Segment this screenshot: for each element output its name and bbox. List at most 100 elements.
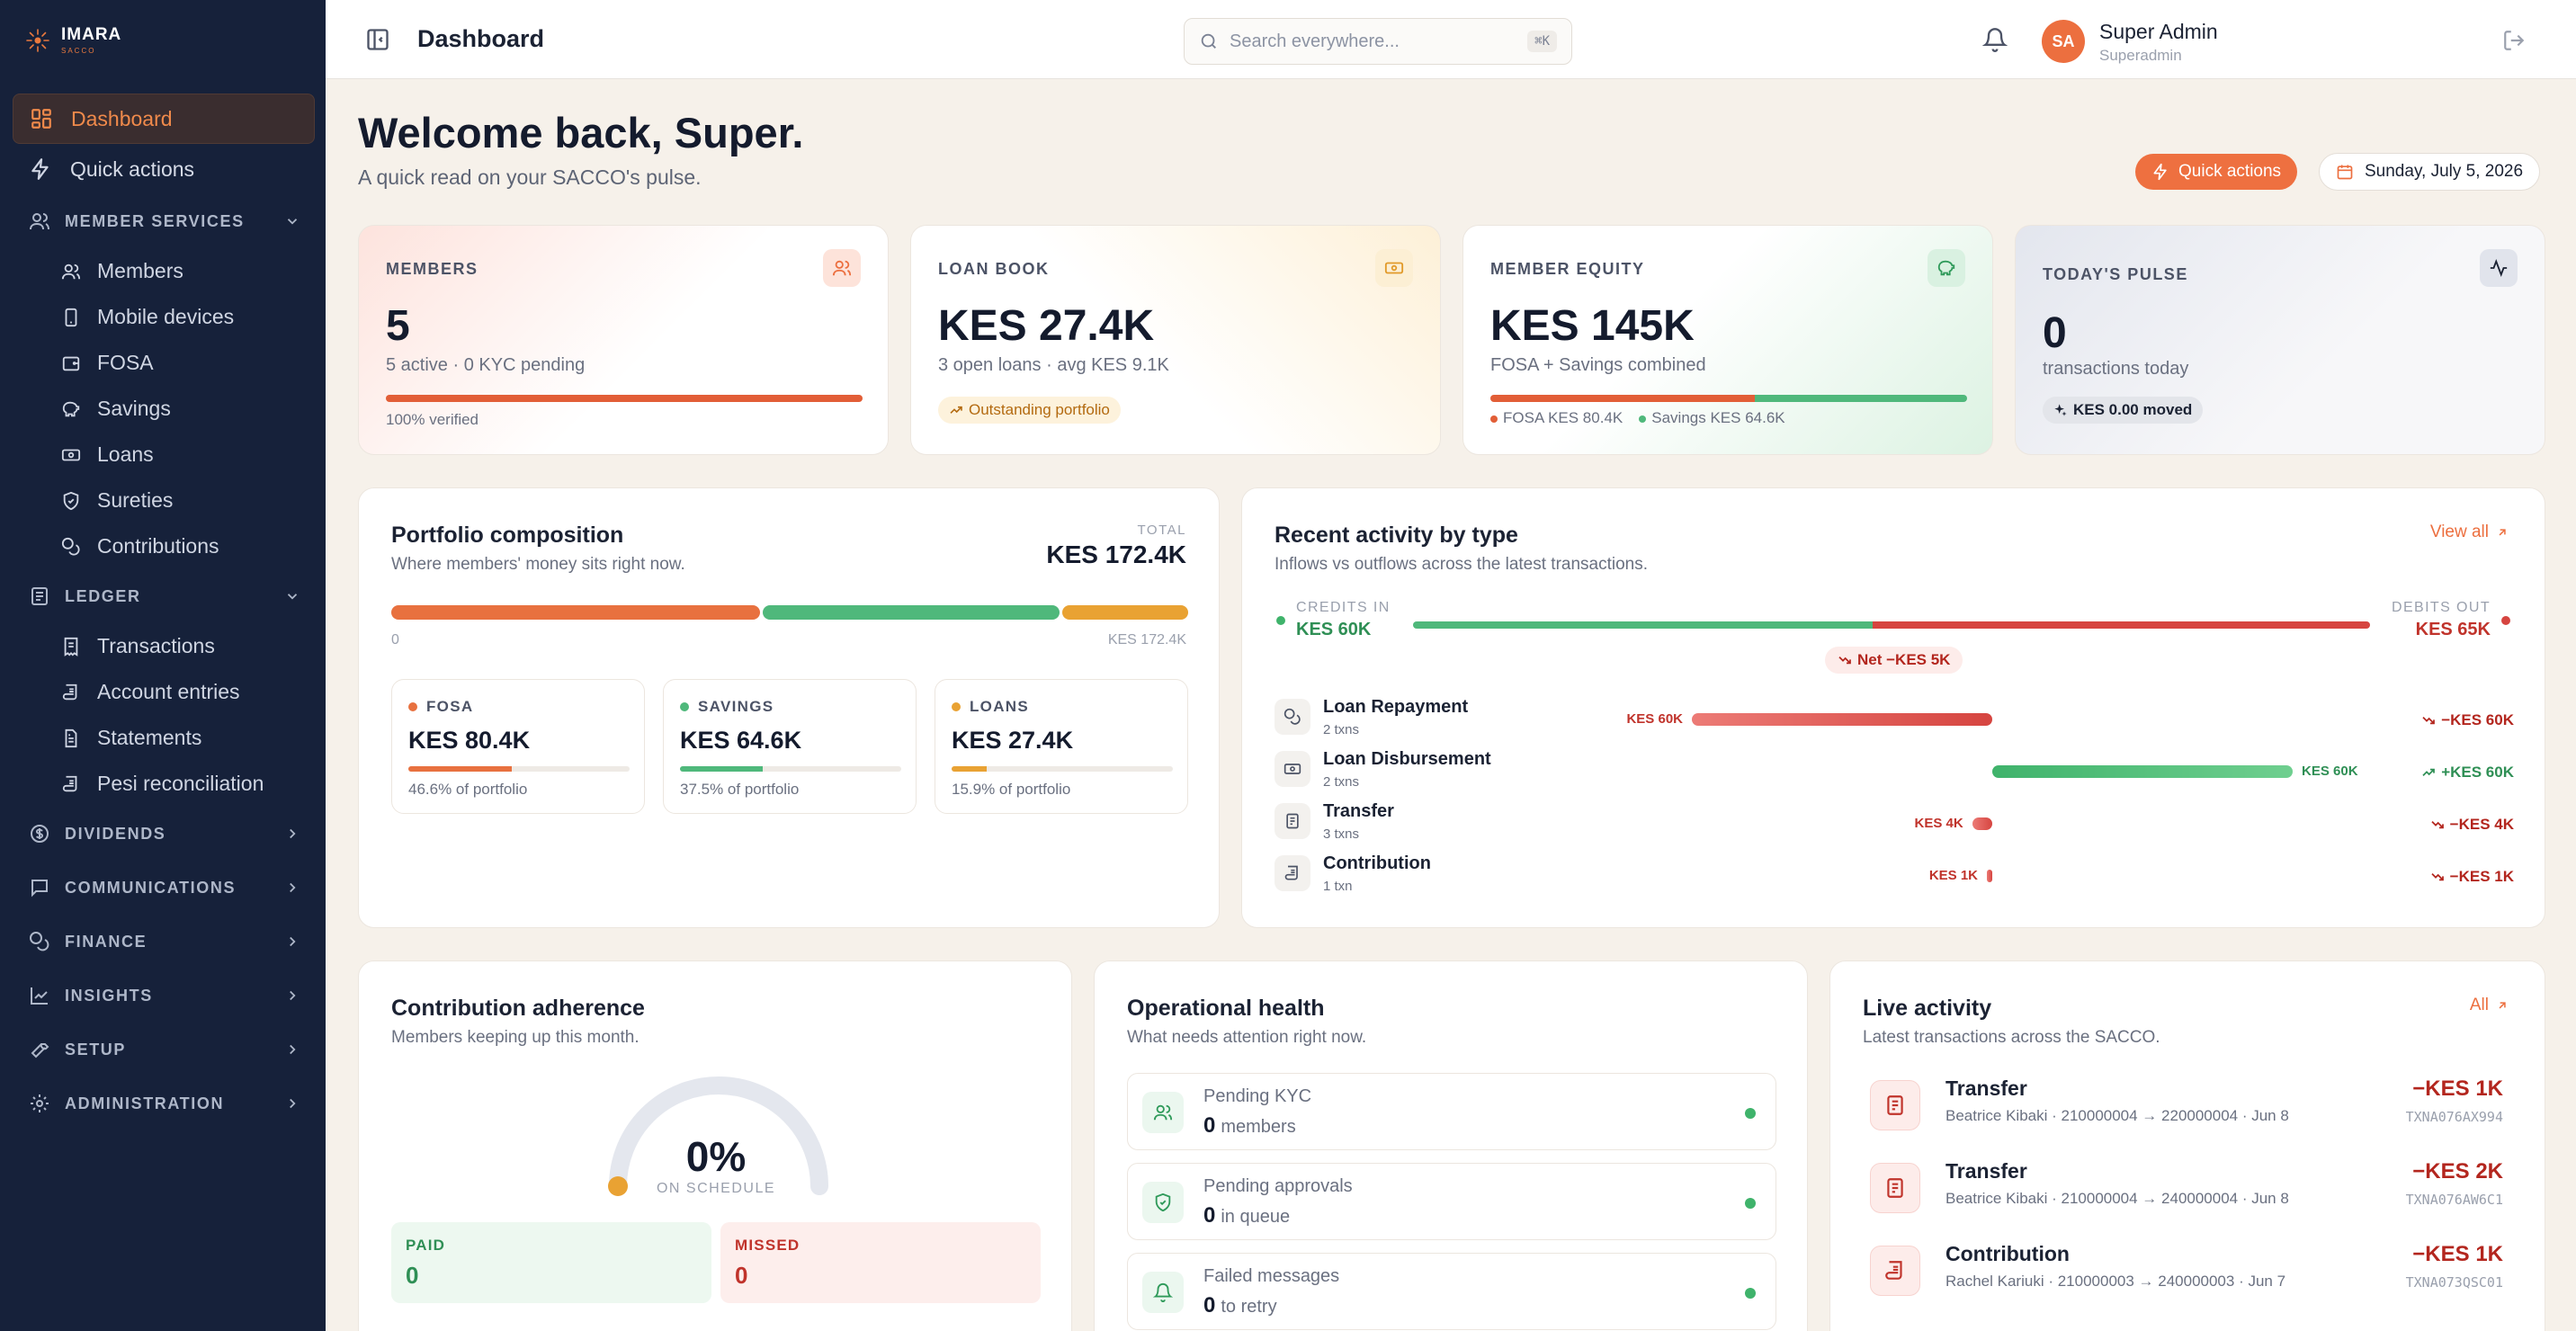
kpi-subtext: FOSA + Savings combined — [1490, 355, 1706, 375]
sidebar-group-insights[interactable]: INSIGHTS — [13, 969, 315, 1023]
activity-type: Transfer — [1323, 801, 1394, 821]
sidebar-item-quick-actions[interactable]: Quick actions — [13, 144, 315, 194]
sidebar-item-contributions[interactable]: Contributions — [13, 523, 315, 569]
activity-type: Contribution — [1323, 853, 1431, 873]
portfolio-card-loans[interactable]: LOANS KES 27.4K 15.9% of portfolio — [935, 679, 1188, 814]
transaction-icon-box — [1870, 1246, 1920, 1296]
bell-icon[interactable] — [1982, 27, 2008, 52]
sidebar-item-pesi-reconciliation[interactable]: Pesi reconciliation — [13, 761, 315, 807]
wallet-icon — [62, 356, 80, 371]
banknote-icon — [1384, 262, 1404, 274]
search-input[interactable] — [1230, 31, 1528, 52]
scroll-icon — [62, 683, 77, 700]
sidebar-item-sureties[interactable]: Sureties — [13, 478, 315, 523]
health-row-pending-approvals[interactable]: Pending approvals 0 in queue — [1127, 1163, 1776, 1240]
badge-label: Outstanding portfolio — [969, 401, 1110, 418]
missed-label: MISSED — [735, 1237, 801, 1254]
user-name[interactable]: Super Admin — [2099, 20, 2218, 44]
sidebar-item-loans[interactable]: Loans — [13, 432, 315, 478]
equity-legend: FOSA KES 80.4K Savings KES 64.6K — [1490, 409, 1785, 427]
adherence-value: 0% — [685, 1133, 747, 1180]
portfolio-card-label: FOSA — [408, 698, 473, 716]
panel-subtitle: Where members' money sits right now. — [391, 555, 685, 574]
transaction-detail: Beatrice Kibaki · 210000004 → 240000004 … — [1945, 1190, 2289, 1207]
portfolio-card-track — [408, 766, 630, 772]
composition-segment-fosa[interactable] — [391, 605, 761, 620]
date-picker-button[interactable]: Sunday, July 5, 2026 — [2319, 153, 2541, 191]
kpi-value: KES 27.4K — [938, 302, 1155, 350]
sidebar-toggle-icon[interactable] — [365, 27, 390, 52]
phone-icon — [65, 308, 77, 326]
coins-icon — [1284, 708, 1301, 725]
kpi-card-todays-pulse[interactable]: TODAY'S PULSE 0 transactions today KES 0… — [2015, 225, 2545, 455]
all-activity-link[interactable]: All — [2470, 996, 2509, 1015]
avatar[interactable]: SA — [2042, 20, 2085, 63]
activity-count: 2 txns — [1323, 774, 1360, 790]
portfolio-card-label: SAVINGS — [680, 698, 774, 716]
paid-stat: PAID 0 — [391, 1222, 711, 1303]
trending-up-icon — [2422, 768, 2436, 776]
activity-row-transfer[interactable]: Transfer 3 txns KES 4K −KES 4K — [1275, 798, 2514, 848]
portfolio-card-track — [952, 766, 1173, 772]
topbar: Dashboard ⌘K SA Super Admin Superadmin — [326, 0, 2576, 79]
health-label: Failed messages — [1203, 1266, 1340, 1286]
sidebar-item-members[interactable]: Members — [13, 248, 315, 294]
sidebar-group-administration[interactable]: ADMINISTRATION — [13, 1076, 315, 1130]
sidebar-group-communications[interactable]: COMMUNICATIONS — [13, 861, 315, 915]
composition-segment-savings[interactable] — [763, 605, 1060, 620]
user-role: Superadmin — [2099, 47, 2182, 64]
panel-subtitle: Inflows vs outflows across the latest tr… — [1275, 555, 1649, 574]
sidebar-item-savings[interactable]: Savings — [13, 386, 315, 432]
sun-logo-icon — [26, 28, 49, 52]
sidebar-item-dashboard[interactable]: Dashboard — [13, 94, 315, 144]
kpi-icon-box — [823, 249, 861, 287]
sidebar-item-statements[interactable]: Statements — [13, 715, 315, 761]
sidebar-group-dividends[interactable]: DIVIDENDS — [13, 807, 315, 861]
sidebar-group-member-services[interactable]: MEMBER SERVICES — [13, 194, 315, 248]
activity-type: Loan Disbursement — [1323, 749, 1491, 769]
contribution-adherence-panel: Contribution adherence Members keeping u… — [358, 960, 1072, 1331]
sidebar-item-account-entries[interactable]: Account entries — [13, 669, 315, 715]
brand-logo[interactable]: IMARA SACCO — [25, 25, 121, 55]
recent-activity-panel: Recent activity by type Inflows vs outfl… — [1241, 487, 2545, 928]
kpi-card-loan-book[interactable]: LOAN BOOK KES 27.4K 3 open loans · avg K… — [910, 225, 1441, 455]
sidebar-group-ledger[interactable]: LEDGER — [13, 569, 315, 623]
sidebar-item-fosa[interactable]: FOSA — [13, 340, 315, 386]
sidebar-item-mobile-devices[interactable]: Mobile devices — [13, 294, 315, 340]
flow-balance-bar — [1413, 621, 2370, 629]
net-flow-badge: Net −KES 5K — [1825, 647, 1963, 674]
sidebar-group-finance[interactable]: FINANCE — [13, 915, 315, 969]
live-activity-row[interactable]: Transfer Beatrice Kibaki · 210000004 → 2… — [1870, 1154, 2503, 1226]
live-activity-row[interactable]: Contribution Rachel Kariuki · 210000003 … — [1870, 1237, 2503, 1309]
logout-icon[interactable] — [2502, 29, 2526, 52]
chevron-down-icon — [287, 219, 298, 225]
transaction-ref: TXNA073QSC01 — [2405, 1274, 2503, 1291]
kpi-value: KES 145K — [1490, 302, 1695, 350]
live-activity-row[interactable]: Transfer Beatrice Kibaki · 210000004 → 2… — [1870, 1071, 2503, 1143]
portfolio-card-savings[interactable]: SAVINGS KES 64.6K 37.5% of portfolio — [663, 679, 917, 814]
activity-icon-box — [1275, 699, 1310, 735]
quick-actions-button[interactable]: Quick actions — [2135, 154, 2298, 190]
equity-savings-segment — [1755, 395, 1967, 402]
sidebar-group-setup[interactable]: SETUP — [13, 1023, 315, 1076]
paid-value: 0 — [406, 1262, 419, 1289]
kpi-card-member-equity[interactable]: MEMBER EQUITY KES 145K FOSA + Savings co… — [1462, 225, 1993, 455]
credit-segment — [1413, 621, 1873, 629]
activity-row-loan-disbursement[interactable]: Loan Disbursement 2 txns KES 60K +KES 60… — [1275, 746, 2514, 796]
health-row-failed-messages[interactable]: Failed messages 0 to retry — [1127, 1253, 1776, 1330]
panel-title: Operational health — [1127, 996, 1325, 1021]
search-icon — [1201, 33, 1216, 49]
activity-row-contribution[interactable]: Contribution 1 txn KES 1K −KES 1K — [1275, 850, 2514, 900]
activity-row-loan-repayment[interactable]: Loan Repayment 2 txns KES 60K −KES 60K — [1275, 693, 2514, 744]
sidebar-group-label: COMMUNICATIONS — [65, 878, 237, 897]
portfolio-card-fosa[interactable]: FOSA KES 80.4K 46.6% of portfolio — [391, 679, 645, 814]
trending-down-icon — [1838, 657, 1851, 665]
search-box[interactable]: ⌘K — [1184, 18, 1572, 65]
kpi-card-members[interactable]: MEMBERS 5 5 active · 0 KYC pending 100% … — [358, 225, 889, 455]
composition-segment-loans[interactable] — [1062, 605, 1188, 620]
view-all-link[interactable]: View all — [2430, 523, 2509, 542]
health-row-pending-kyc[interactable]: Pending KYC 0 members — [1127, 1073, 1776, 1150]
health-value: 0 members — [1203, 1113, 1296, 1138]
gear-icon — [31, 1094, 49, 1112]
sidebar-item-transactions[interactable]: Transactions — [13, 623, 315, 669]
